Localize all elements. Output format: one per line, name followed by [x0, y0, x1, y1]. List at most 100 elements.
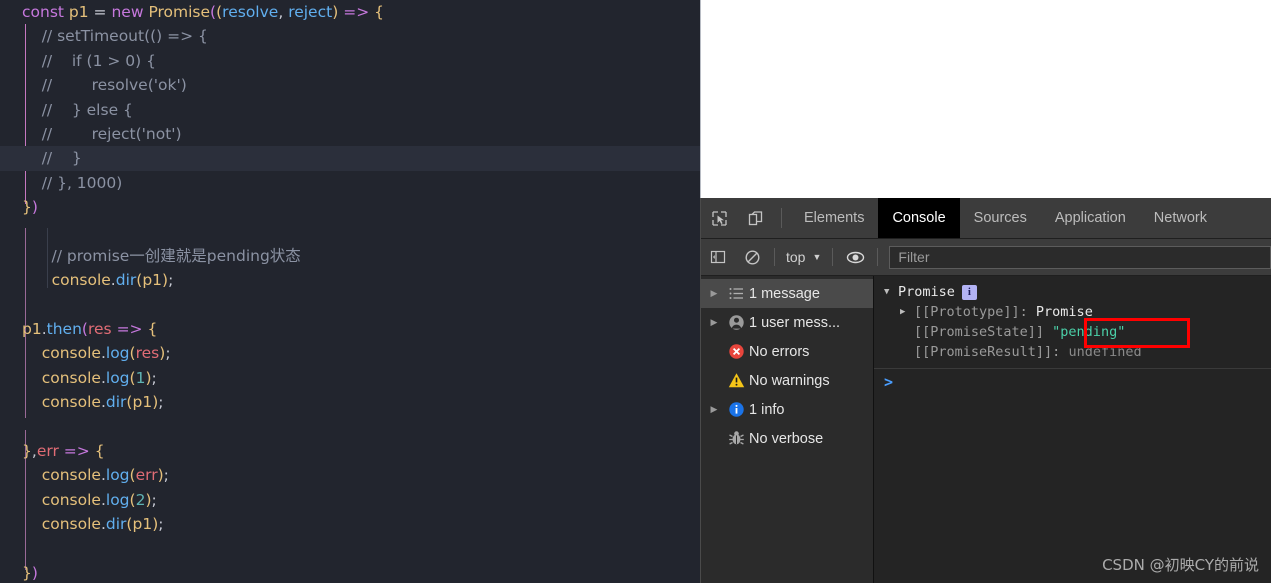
- code-token: p1: [132, 515, 153, 534]
- code-line[interactable]: // }, 1000): [0, 171, 700, 195]
- code-token: reject: [288, 3, 333, 21]
- code-line[interactable]: console.log(res);: [0, 341, 700, 365]
- sidebar-item-1-info[interactable]: ▶ 1 info: [701, 395, 873, 424]
- code-line[interactable]: console.dir(p1);: [0, 390, 700, 414]
- triangle-right-icon[interactable]: ▶: [705, 317, 723, 328]
- code-line[interactable]: console.dir(p1);: [0, 268, 700, 292]
- property-value: "pending": [1052, 324, 1126, 340]
- code-line[interactable]: [0, 293, 700, 317]
- promise-property-row[interactable]: ▶ [[Prototype]]: Promise: [884, 302, 1271, 322]
- code-token: 1: [135, 368, 146, 387]
- code-line[interactable]: console.log(err);: [0, 463, 700, 487]
- property-value: undefined: [1068, 344, 1142, 360]
- sidebar-item-no-errors[interactable]: No errors: [701, 337, 873, 366]
- code-token: dir: [105, 393, 127, 412]
- promise-header[interactable]: ▼ Promise i: [884, 282, 1271, 302]
- sidebar-item-no-verbose[interactable]: No verbose: [701, 424, 873, 453]
- sidebar-item-label: 1 user mess...: [749, 314, 841, 331]
- code-line[interactable]: },err => {: [0, 439, 700, 463]
- code-token: p1: [142, 271, 163, 290]
- watermark: CSDN @初映CY的前说: [1102, 556, 1259, 574]
- code-token: =: [88, 3, 112, 21]
- code-token: =>: [63, 442, 90, 461]
- chevron-down-icon: ▼: [812, 252, 822, 262]
- code-line[interactable]: const p1 = new Promise((resolve, reject)…: [0, 0, 700, 24]
- clear-console-icon[interactable]: [735, 249, 769, 266]
- code-token: console: [41, 344, 101, 363]
- user-icon: [723, 314, 749, 331]
- code-token: ;: [151, 368, 157, 387]
- code-token: p1: [22, 320, 42, 339]
- code-token: ;: [168, 271, 174, 290]
- console-prompt[interactable]: >: [874, 369, 1271, 395]
- inspect-element-icon[interactable]: [701, 198, 737, 238]
- triangle-right-icon[interactable]: ▶: [705, 288, 723, 299]
- code-line[interactable]: // resolve('ok'): [0, 73, 700, 97]
- tab-console[interactable]: Console: [878, 198, 960, 238]
- tabbar-divider: [781, 208, 782, 228]
- code-token: ;: [158, 515, 164, 534]
- sidebar-item-label: No errors: [749, 343, 810, 360]
- code-token: ;: [151, 490, 157, 509]
- code-token: // reject('not'): [22, 124, 182, 143]
- code-token: console: [41, 515, 101, 534]
- code-token: res: [135, 344, 160, 363]
- code-line[interactable]: // if (1 > 0) {: [0, 49, 700, 73]
- filter-input[interactable]: Filter: [889, 245, 1271, 269]
- code-line[interactable]: [0, 537, 700, 561]
- code-line[interactable]: // } else {: [0, 98, 700, 122]
- triangle-down-icon[interactable]: ▼: [884, 282, 898, 302]
- tab-sources[interactable]: Sources: [960, 198, 1041, 238]
- tab-network[interactable]: Network: [1140, 198, 1221, 238]
- code-line[interactable]: [0, 415, 700, 439]
- prompt-chevron-icon: >: [884, 373, 894, 391]
- code-token: // if (1 > 0) {: [22, 51, 156, 70]
- code-line[interactable]: }): [0, 561, 700, 583]
- live-expression-icon[interactable]: [838, 249, 872, 266]
- code-line[interactable]: // reject('not'): [0, 122, 700, 146]
- tab-elements[interactable]: Elements: [790, 198, 878, 238]
- filter-placeholder: Filter: [898, 249, 930, 265]
- code-line[interactable]: [0, 220, 700, 244]
- code-line[interactable]: // promise一创建就是pending状态: [0, 244, 700, 268]
- toolbar-divider-2: [832, 248, 834, 266]
- code-token: console: [41, 466, 101, 485]
- code-editor[interactable]: const p1 = new Promise((resolve, reject)…: [0, 0, 700, 583]
- code-line[interactable]: console.log(1);: [0, 366, 700, 390]
- code-token: ;: [163, 466, 169, 485]
- code-token: console: [41, 393, 101, 412]
- code-token: p1: [68, 3, 89, 21]
- promise-property-row[interactable]: [[PromiseResult]]: undefined: [884, 342, 1271, 362]
- sidebar-item-1-message[interactable]: ▶ 1 message: [701, 279, 873, 308]
- context-selector[interactable]: top ▼: [780, 249, 827, 265]
- code-token: log: [105, 368, 130, 387]
- device-toolbar-icon[interactable]: [737, 198, 773, 238]
- code-lines[interactable]: const p1 = new Promise((resolve, reject)…: [0, 0, 700, 583]
- sidebar-item-1-user-mess[interactable]: ▶ 1 user mess...: [701, 308, 873, 337]
- devtools-tabbar: Elements Console Sources Application Network: [701, 198, 1271, 239]
- code-line[interactable]: console.dir(p1);: [0, 512, 700, 536]
- info-badge-icon: i: [961, 284, 977, 300]
- code-line[interactable]: console.log(2);: [0, 488, 700, 512]
- code-line[interactable]: // }: [0, 146, 700, 171]
- console-message-promise[interactable]: ▼ Promise i ▶ [[Prototype]]: Promise [[Promi…: [874, 276, 1271, 369]
- promise-property-row[interactable]: [[PromiseState]] "pending": [884, 322, 1271, 342]
- property-key: [[PromiseResult]]:: [914, 344, 1069, 360]
- toolbar-divider-3: [877, 248, 879, 266]
- sidebar-item-label: 1 info: [749, 401, 785, 418]
- code-line[interactable]: }): [0, 195, 700, 219]
- triangle-right-icon[interactable]: ▶: [900, 302, 914, 322]
- code-line[interactable]: // setTimeout(() => {: [0, 24, 700, 48]
- property-value: Promise: [1035, 304, 1093, 320]
- toggle-sidebar-icon[interactable]: [701, 249, 735, 265]
- property-key: [[Prototype]]:: [914, 304, 1036, 320]
- triangle-right-icon[interactable]: ▶: [705, 404, 723, 415]
- sidebar-item-label: No verbose: [749, 430, 824, 447]
- tab-application[interactable]: Application: [1041, 198, 1140, 238]
- sidebar-item-no-warnings[interactable]: No warnings: [701, 366, 873, 395]
- code-line[interactable]: p1.then(res => {: [0, 317, 700, 341]
- console-output[interactable]: ▼ Promise i ▶ [[Prototype]]: Promise [[Promi…: [874, 276, 1271, 583]
